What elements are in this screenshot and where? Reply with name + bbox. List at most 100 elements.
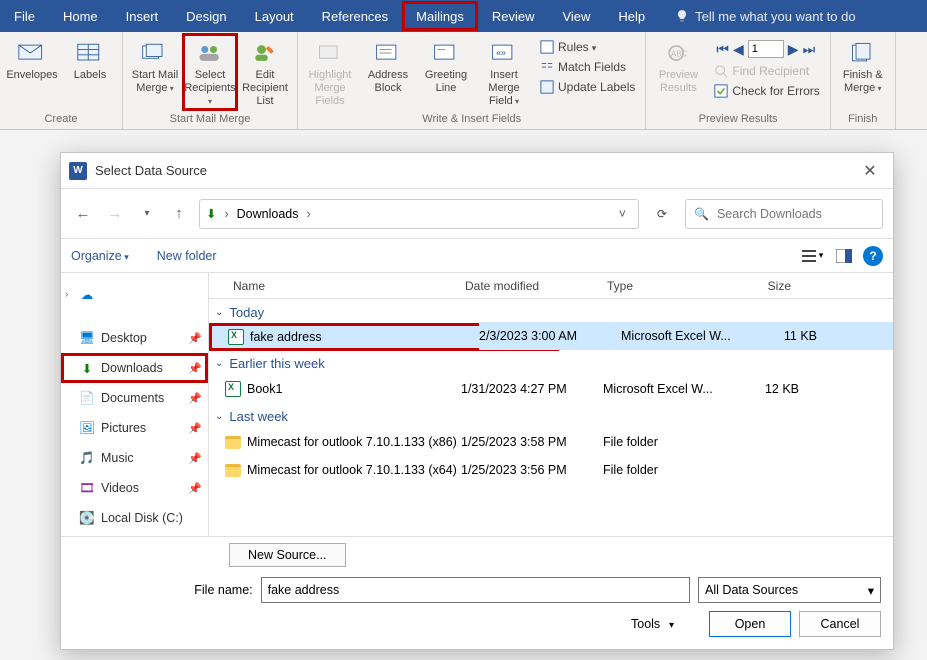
chevron-down-icon: ⌄ xyxy=(215,358,223,369)
finish-merge-icon xyxy=(847,39,879,67)
insert-merge-field-button[interactable]: «» Insert Merge Field xyxy=(476,36,532,108)
edit-recipient-list-button[interactable]: Edit Recipient List xyxy=(237,36,293,108)
file-name: Mimecast for outlook 7.10.1.133 (x64) xyxy=(243,463,461,477)
nav-local-disk-label: Local Disk (C:) xyxy=(101,511,183,525)
tab-layout[interactable]: Layout xyxy=(241,0,308,32)
dialog-close-button[interactable]: ✕ xyxy=(855,161,885,181)
file-date: 1/25/2023 3:56 PM xyxy=(461,463,603,477)
tab-home[interactable]: Home xyxy=(49,0,112,32)
download-arrow-icon: ⬇ xyxy=(206,206,216,221)
tools-button[interactable]: Tools xyxy=(631,617,674,631)
nav-music[interactable]: 🎵 Music 📌 xyxy=(61,443,208,473)
tab-insert[interactable]: Insert xyxy=(112,0,173,32)
preview-pane-button[interactable] xyxy=(831,245,857,267)
tab-view[interactable]: View xyxy=(548,0,604,32)
envelopes-label: Envelopes xyxy=(6,69,57,82)
cloud-icon: ☁ xyxy=(79,286,95,302)
new-source-button[interactable]: New Source... xyxy=(229,543,346,567)
col-name[interactable]: Name xyxy=(209,279,459,293)
finish-merge-button[interactable]: Finish & Merge xyxy=(835,36,891,95)
file-name-input[interactable] xyxy=(261,577,690,603)
tab-design[interactable]: Design xyxy=(172,0,240,32)
nav-music-label: Music xyxy=(101,451,134,465)
find-recipient-button: Find Recipient xyxy=(712,62,821,80)
file-type-filter[interactable]: All Data Sources ▾ xyxy=(698,577,881,603)
tab-references[interactable]: References xyxy=(308,0,402,32)
nav-documents[interactable]: 📄 Documents 📌 xyxy=(61,383,208,413)
match-fields-label: Match Fields xyxy=(558,60,626,74)
group-header-earlier[interactable]: ⌄ Earlier this week xyxy=(209,350,893,375)
view-options-button[interactable]: ▾ xyxy=(799,245,825,267)
select-data-source-dialog: W Select Data Source ✕ ← → ▾ ↑ ⬇ Downloa… xyxy=(60,152,894,650)
record-navigator: ⏮ ◀ ▶ ⏭ xyxy=(712,38,821,60)
file-row-mimecast-x64[interactable]: Mimecast for outlook 7.10.1.133 (x64) 1/… xyxy=(209,456,893,484)
pictures-icon: 🖼 xyxy=(79,420,95,436)
file-type: File folder xyxy=(603,435,723,449)
cancel-button[interactable]: Cancel xyxy=(799,611,881,637)
finish-merge-label: Finish & Merge xyxy=(837,69,889,95)
file-date: 1/31/2023 4:27 PM xyxy=(461,382,603,396)
help-button[interactable]: ? xyxy=(863,246,883,266)
nav-up-button[interactable]: ↑ xyxy=(167,205,191,222)
nav-downloads[interactable]: ⬇ Downloads 📌 xyxy=(61,353,208,383)
search-input[interactable] xyxy=(717,207,878,221)
tab-mailings[interactable]: Mailings xyxy=(402,1,478,31)
ribbon-group-start-label: Start Mail Merge xyxy=(127,111,293,129)
last-record-button[interactable]: ⏭ xyxy=(803,41,816,58)
tab-file[interactable]: File xyxy=(0,0,49,32)
nav-local-disk[interactable]: 💽 Local Disk (C:) xyxy=(61,503,208,533)
breadcrumb-bar[interactable]: ⬇ Downloads ˅ xyxy=(199,199,639,229)
nav-back-button[interactable]: ← xyxy=(71,205,95,222)
pin-icon: 📌 xyxy=(188,452,202,465)
mail-merge-icon xyxy=(139,39,171,67)
tab-help[interactable]: Help xyxy=(604,0,659,32)
group-lastweek-label: Last week xyxy=(229,409,288,424)
open-button[interactable]: Open xyxy=(709,611,791,637)
col-type[interactable]: Type xyxy=(601,279,721,293)
envelopes-button[interactable]: Envelopes xyxy=(4,36,60,82)
select-recipients-button[interactable]: Select Recipients xyxy=(182,33,238,111)
nav-onedrive[interactable]: › ☁ xyxy=(61,279,208,309)
greeting-line-button[interactable]: Greeting Line xyxy=(418,36,474,95)
tell-me-search[interactable]: Tell me what you want to do xyxy=(659,0,855,32)
file-type-filter-label: All Data Sources xyxy=(705,583,798,597)
update-labels-icon xyxy=(540,80,554,94)
list-view-icon xyxy=(801,249,817,263)
ribbon-group-create-label: Create xyxy=(4,111,118,129)
record-number-input[interactable] xyxy=(748,40,784,58)
col-size[interactable]: Size xyxy=(721,279,797,293)
file-row-book1[interactable]: Book1 1/31/2023 4:27 PM Microsoft Excel … xyxy=(209,375,893,403)
update-labels-button[interactable]: Update Labels xyxy=(538,78,637,96)
breadcrumb-downloads[interactable]: Downloads xyxy=(237,207,299,221)
tab-review[interactable]: Review xyxy=(478,0,549,32)
col-date[interactable]: Date modified xyxy=(459,279,601,293)
file-row-mimecast-x86[interactable]: Mimecast for outlook 7.10.1.133 (x86) 1/… xyxy=(209,428,893,456)
rules-button[interactable]: Rules xyxy=(538,38,637,56)
lightbulb-icon xyxy=(675,9,689,23)
group-header-lastweek[interactable]: ⌄ Last week xyxy=(209,403,893,428)
prev-record-button[interactable]: ◀ xyxy=(733,41,744,58)
start-mail-merge-button[interactable]: Start Mail Merge xyxy=(127,36,183,95)
check-errors-button[interactable]: Check for Errors xyxy=(712,82,821,100)
search-box[interactable]: 🔍 xyxy=(685,199,883,229)
organize-button[interactable]: Organize xyxy=(71,249,129,263)
next-record-button[interactable]: ▶ xyxy=(788,41,799,58)
file-list-header: Name Date modified Type Size xyxy=(209,273,893,299)
labels-button[interactable]: Labels xyxy=(62,36,118,82)
breadcrumb-dropdown[interactable]: ˅ xyxy=(619,207,626,221)
first-record-button[interactable]: ⏮ xyxy=(716,41,729,58)
address-block-button[interactable]: Address Block xyxy=(360,36,416,95)
new-folder-button[interactable]: New folder xyxy=(157,249,217,263)
nav-desktop[interactable]: 🖥 Desktop 📌 xyxy=(61,323,208,353)
refresh-button[interactable]: ⟳ xyxy=(647,207,677,221)
match-fields-button[interactable]: Match Fields xyxy=(538,58,637,76)
file-date: 2/3/2023 3:00 AM xyxy=(479,329,621,343)
pane-icon xyxy=(836,249,852,263)
nav-pictures[interactable]: 🖼 Pictures 📌 xyxy=(61,413,208,443)
nav-pictures-label: Pictures xyxy=(101,421,146,435)
file-size: 11 KB xyxy=(741,329,817,343)
greeting-line-label: Greeting Line xyxy=(420,69,472,95)
nav-videos[interactable]: 🎞 Videos 📌 xyxy=(61,473,208,503)
group-header-today[interactable]: ⌄ Today xyxy=(209,299,893,324)
nav-history-dropdown[interactable]: ▾ xyxy=(135,208,159,219)
